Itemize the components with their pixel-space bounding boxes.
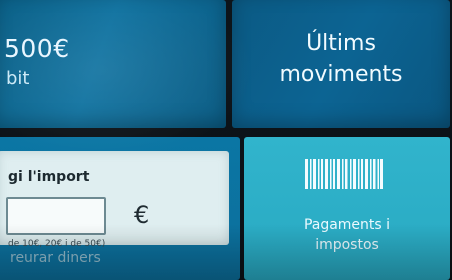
atm-screen: 500€ bit Últims moviments gi l'import € …: [0, 0, 452, 280]
withdraw-money-button[interactable]: reurar diners: [10, 250, 101, 266]
payments-label-line1: Pagaments i: [303, 217, 391, 233]
payments-label-line2: impostos: [315, 237, 379, 253]
payments-taxes-button[interactable]: Pagaments i impostos: [244, 137, 450, 280]
currency-symbol: €: [134, 201, 150, 229]
balance-caption: bit: [6, 68, 30, 89]
amount-input[interactable]: [6, 197, 106, 235]
balance-amount: 500€: [4, 34, 70, 63]
amount-title: gi l'import: [8, 169, 90, 185]
last-movements-label-line2: moviments: [279, 62, 403, 87]
balance-tile[interactable]: 500€ bit: [0, 0, 226, 128]
payments-taxes-label: Pagaments i impostos: [244, 215, 450, 255]
barcode-icon: [305, 159, 383, 189]
last-movements-label-line1: Últims: [306, 31, 376, 56]
amount-panel: gi l'import € de 10€, 20€ i de 50€): [0, 151, 229, 249]
last-movements-label: Últims moviments: [232, 28, 450, 90]
last-movements-button[interactable]: Últims moviments: [232, 0, 450, 128]
amount-hint: de 10€, 20€ i de 50€): [8, 239, 106, 249]
